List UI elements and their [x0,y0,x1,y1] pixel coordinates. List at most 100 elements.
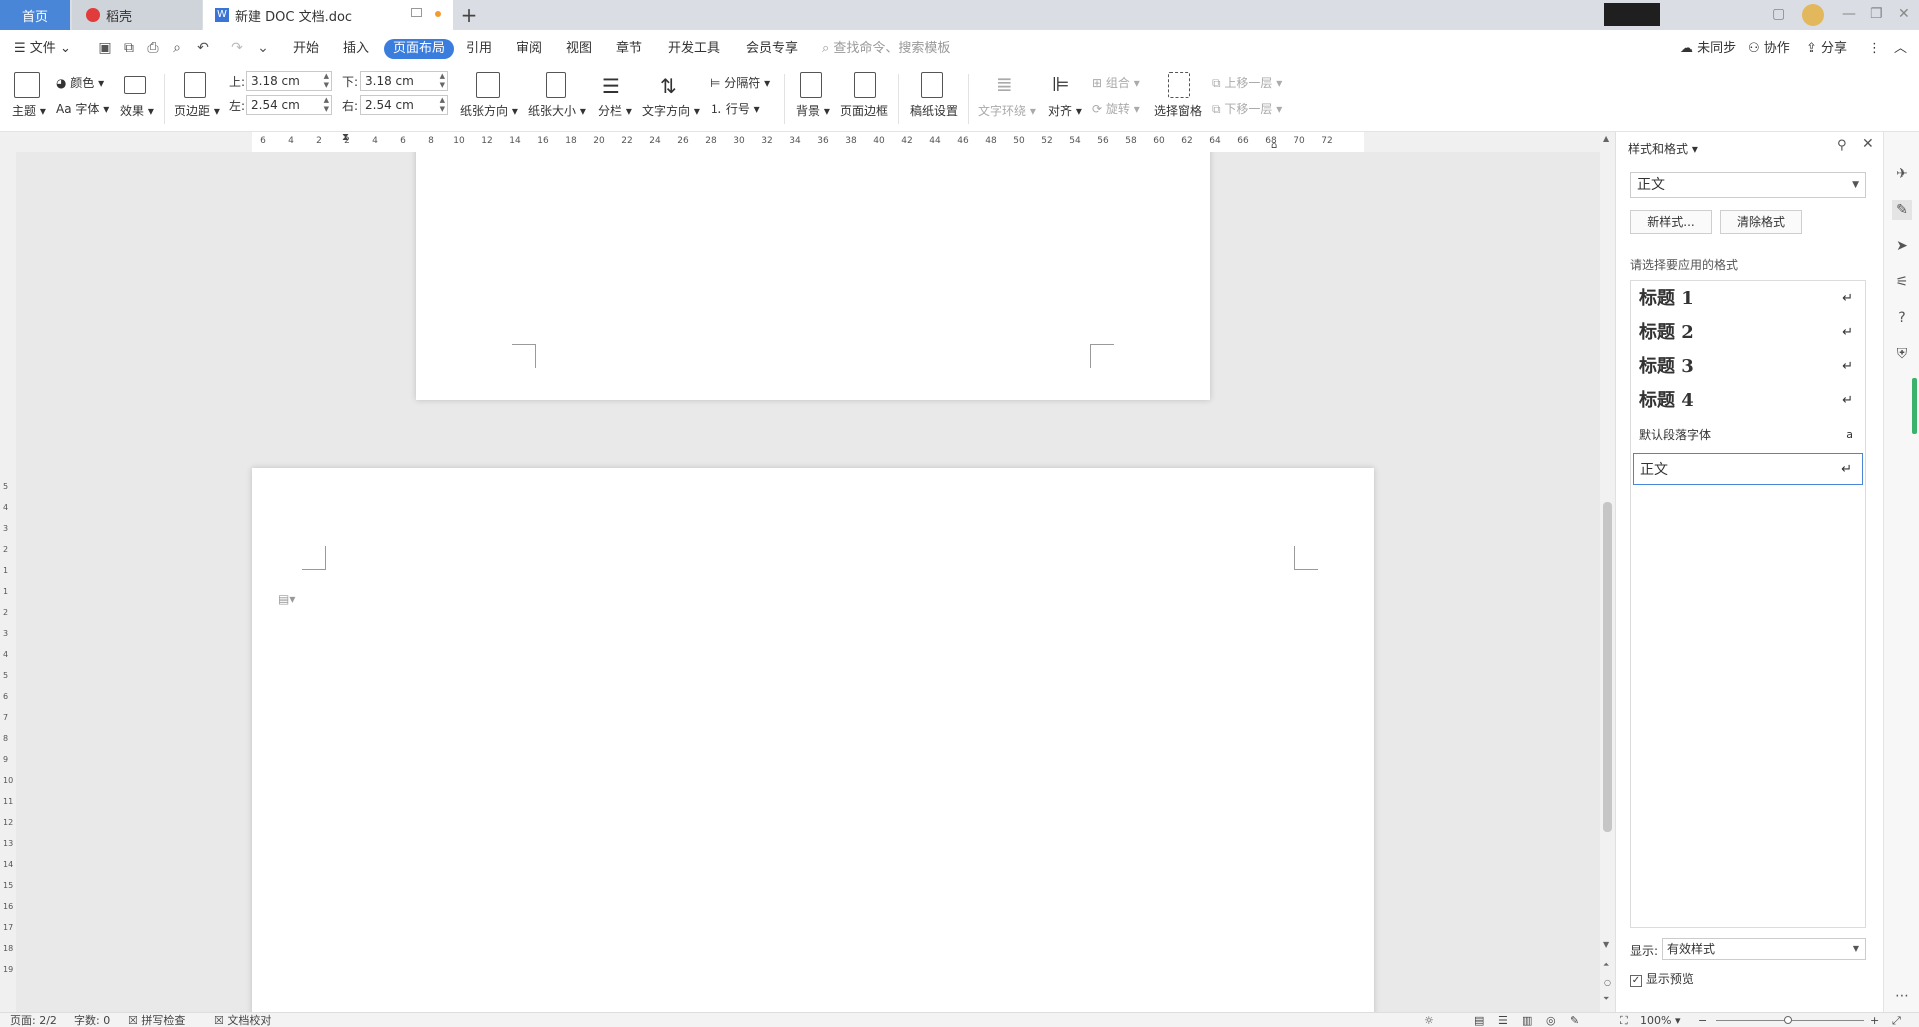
spinner-arrows-icon[interactable]: ▲ ▼ [440,96,445,114]
scroll-down-icon[interactable]: ▼ [1603,940,1609,949]
menu-member[interactable]: 会员专享 [746,39,798,59]
outline-view-icon[interactable]: ☰ [1498,1013,1508,1027]
style-item-default-font[interactable]: 默认段落字体 a [1633,419,1863,451]
effect-button[interactable]: 效果 ▾ [120,102,154,119]
reading-view-icon[interactable]: ▥ [1522,1013,1532,1027]
theme-icon[interactable] [14,72,40,98]
orientation-button[interactable]: 纸张方向 ▾ [460,102,518,119]
undo-icon[interactable]: ↶ [194,39,212,57]
paper-size-icon[interactable] [546,72,566,98]
indent-marker-icon[interactable]: ⧗ [342,132,352,152]
rocket-icon[interactable]: ✈ [1892,164,1912,184]
text-direction-icon[interactable]: ⇅ [660,74,677,98]
page-1[interactable] [416,152,1210,400]
margins-icon[interactable] [184,72,206,98]
page-border-button[interactable]: 页面边框 [840,102,888,119]
page-border-icon[interactable] [854,72,876,98]
close-icon[interactable]: ✕ [1898,6,1910,22]
eye-protect-icon[interactable]: ☼ [1424,1013,1434,1027]
prev-page-icon[interactable]: ⏶ [1603,960,1609,970]
style-item-heading-3[interactable]: 标题 3 ↵ [1633,351,1863,383]
sliders-icon[interactable]: ⚟ [1892,272,1912,292]
print-icon[interactable]: ⎙ [144,39,162,57]
menu-chapter[interactable]: 章节 [616,39,642,59]
columns-icon[interactable]: ☰ [602,74,620,98]
style-item-body[interactable]: 正文 ↵ [1633,453,1863,485]
line-number-button[interactable]: ⒈ 行号 ▾ [710,100,760,117]
menu-insert[interactable]: 插入 [343,39,369,59]
collab-button[interactable]: ⚇ 协作 [1748,39,1790,59]
clear-format-button[interactable]: 清除格式 [1720,210,1802,234]
text-direction-button[interactable]: 文字方向 ▾ [642,102,700,119]
fullscreen-icon[interactable]: ⤢ [1892,1013,1901,1027]
columns-button[interactable]: 分栏 ▾ [598,102,632,119]
zoom-out-icon[interactable]: − [1698,1013,1707,1027]
select-pane-icon[interactable] [1168,72,1190,98]
help-icon[interactable]: ? [1892,308,1912,328]
select-browse-icon[interactable]: ○ [1604,978,1611,987]
next-page-icon[interactable]: ⏷ [1603,994,1609,1004]
page-view-icon[interactable]: ▤ [1474,1013,1484,1027]
vertical-ruler[interactable]: 5 4 3 2 1 1 2 3 4 5 6 7 8 9 10 11 12 13 14 15 16 17 18 19 [0,152,16,1012]
paper-size-button[interactable]: 纸张大小 ▾ [528,102,586,119]
zoom-level[interactable]: 100% ▾ [1640,1013,1680,1027]
web-view-icon[interactable]: ◎ [1546,1013,1556,1027]
command-search[interactable]: ⌕ 查找命令、搜索模板 [822,39,950,59]
menu-page-layout[interactable]: 页面布局 [384,39,455,59]
new-style-button[interactable]: 新样式... [1630,210,1712,234]
style-item-heading-2[interactable]: 标题 2 ↵ [1633,317,1863,349]
margins-button[interactable]: 页边距 ▾ [174,102,220,119]
right-margin-input[interactable]: 2.54 cm ▲ ▼ [360,95,448,115]
print-preview-icon[interactable]: ⌕ [168,39,186,57]
spinner-arrows-icon[interactable]: ▲ ▼ [324,96,329,114]
close-panel-icon[interactable]: ✕ [1862,136,1874,152]
restore-icon[interactable]: ❐ [1870,6,1883,22]
minimize-icon[interactable]: — [1842,6,1856,22]
orientation-icon[interactable] [476,72,500,98]
fit-page-icon[interactable]: ⛶ [1620,1013,1628,1027]
align-icon[interactable]: ⊫ [1052,72,1069,96]
background-button[interactable]: 背景 ▾ [796,102,830,119]
page-2[interactable]: ▤▾ [252,468,1374,1012]
new-tab-button[interactable]: + [458,4,480,26]
font-button[interactable]: Aa 字体 ▾ [56,100,109,117]
draft-paper-icon[interactable] [921,72,943,98]
collapse-ribbon-icon[interactable]: ︿ [1894,39,1907,59]
panel-title[interactable]: 样式和格式 ▾ [1628,140,1698,157]
zoom-slider-thumb[interactable] [1784,1016,1792,1024]
menu-devtools[interactable]: 开发工具 [668,39,720,59]
draft-setting-button[interactable]: 稿纸设置 [910,102,958,119]
show-preview-checkbox[interactable]: ✓ 显示预览 [1630,970,1694,987]
paste-options-icon[interactable]: ▤▾ [278,592,295,606]
proofread-button[interactable]: ☒ 文档校对 [214,1013,271,1027]
menu-review[interactable]: 审阅 [516,39,542,59]
sync-button[interactable]: ☁ 未同步 [1680,39,1736,59]
style-item-heading-4[interactable]: 标题 4 ↵ [1633,385,1863,417]
export-icon[interactable]: ⧉ [120,39,138,57]
monitor-icon[interactable] [411,8,422,17]
window-layout-icon[interactable]: ▢ [1772,6,1785,22]
style-item-heading-1[interactable]: 标题 1 ↵ [1633,283,1863,315]
file-menu[interactable]: ☰ 文件 ⌄ [14,39,71,59]
page-count[interactable]: 页面: 2/2 [10,1013,57,1027]
show-filter-select[interactable]: 有效样式 ▼ [1662,938,1866,960]
color-button[interactable]: ◕ 颜色 ▾ [56,74,104,91]
select-pane-button[interactable]: 选择窗格 [1154,102,1202,119]
tab-home[interactable]: 首页 [0,0,70,30]
menu-reference[interactable]: 引用 [466,39,492,59]
edit-style-icon[interactable]: ✎ [1892,200,1912,220]
more-icon[interactable]: ⋮ [1868,39,1881,59]
menu-view[interactable]: 视图 [566,39,592,59]
avatar[interactable] [1802,4,1824,26]
top-margin-input[interactable]: 3.18 cm ▲ ▼ [246,71,332,91]
right-indent-marker-icon[interactable]: ⌂ [1271,140,1277,151]
vertical-scrollbar[interactable]: ▲ ▼ ⏶ ○ ⏷ [1600,132,1615,1012]
tab-document[interactable]: W 新建 DOC 文档.doc [203,0,453,30]
tab-daoke[interactable]: 稻壳 [72,0,202,30]
spell-check-button[interactable]: ☒ 拼写检查 [128,1013,185,1027]
more-dots-icon[interactable]: ⋯ [1892,986,1912,1006]
spinner-arrows-icon[interactable]: ▲ ▼ [324,72,329,90]
theme-button[interactable]: 主题 ▾ [12,102,46,119]
keyboard-badge[interactable] [1604,3,1660,26]
separator-button[interactable]: ⊨ 分隔符 ▾ [710,74,770,91]
